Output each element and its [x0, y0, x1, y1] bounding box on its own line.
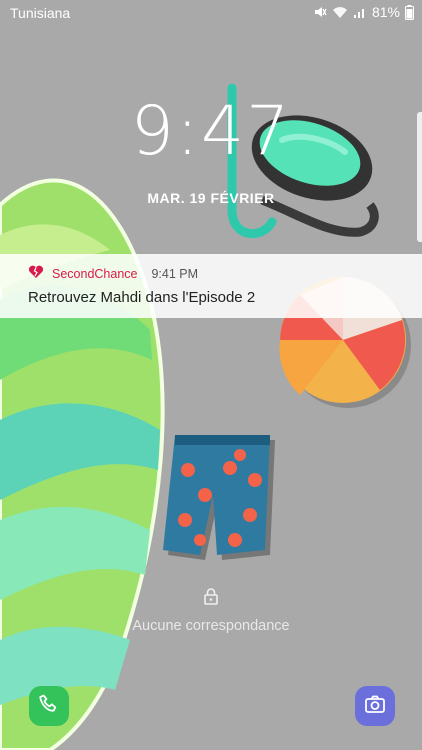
carrier-name: Tunisiana [10, 5, 71, 21]
status-bar: Tunisiana 81% [0, 0, 422, 26]
phone-icon [37, 692, 61, 721]
lockscreen-clock: 9:47 [130, 92, 292, 171]
mute-icon [313, 5, 327, 19]
camera-shortcut-button[interactable] [355, 686, 395, 726]
lock-message: Aucune correspondance [132, 618, 290, 634]
status-icons: 81% [313, 4, 414, 20]
lockscreen-date: MAR. 19 FÉVRIER [147, 190, 275, 206]
wifi-icon [332, 6, 348, 19]
notification-card[interactable]: SecondChance 9:41 PM Retrouvez Mahdi dan… [0, 254, 422, 318]
notification-time: 9:41 PM [151, 266, 199, 281]
battery-icon [405, 4, 414, 20]
battery-level: 81% [371, 4, 400, 20]
signal-icon [353, 6, 367, 19]
swim-shorts-illustration [163, 435, 275, 560]
notification-header: SecondChance 9:41 PM [28, 265, 198, 282]
lock-icon [202, 587, 220, 610]
broken-heart-icon [28, 265, 44, 282]
camera-icon [363, 692, 387, 721]
notification-body: Retrouvez Mahdi dans l'Episode 2 [28, 289, 256, 306]
phone-shortcut-button[interactable] [29, 686, 69, 726]
notification-app-name: SecondChance [52, 266, 138, 281]
